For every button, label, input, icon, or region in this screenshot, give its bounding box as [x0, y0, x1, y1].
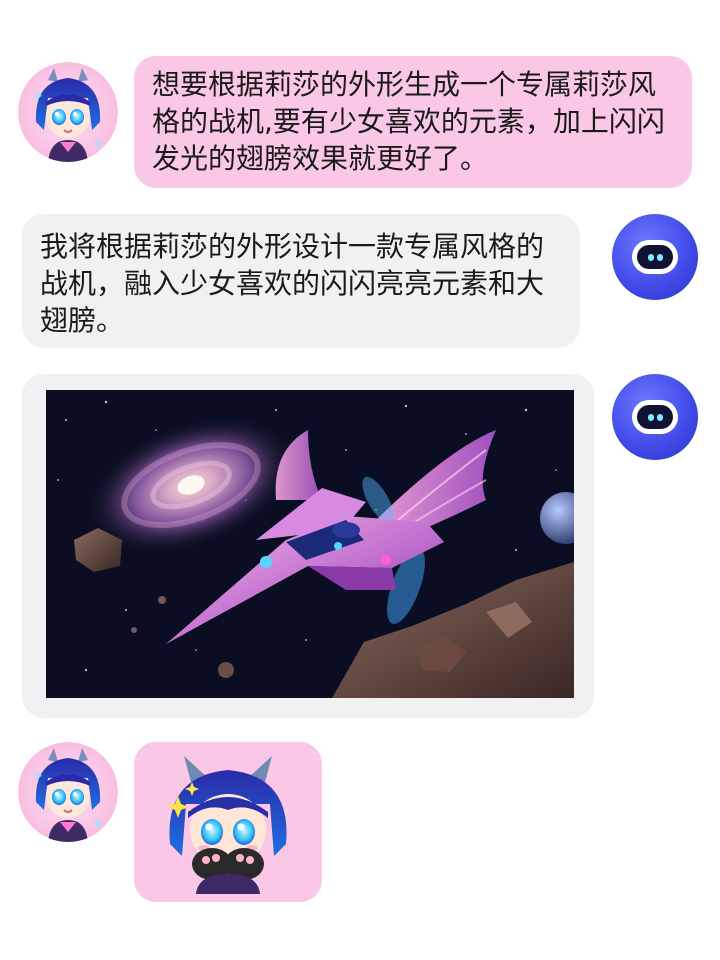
- sparkle-icon: ✦: [32, 89, 44, 105]
- sparkle-icon: ✦: [92, 137, 104, 153]
- user-message-text: 想要根据莉莎的外形生成一个专属莉莎风格的战机,要有少女喜欢的元素，加上闪闪发光的…: [152, 68, 665, 175]
- robot-eye: [648, 414, 654, 421]
- lisa-sticker-image[interactable]: [158, 752, 298, 894]
- robot-eye: [657, 414, 663, 421]
- starfighter-image-art: [46, 390, 574, 698]
- generated-starfighter-image[interactable]: [46, 390, 574, 698]
- robot-eye: [648, 254, 654, 261]
- user-avatar: ✦ ✦: [18, 62, 118, 162]
- lisa-sticker-art: [167, 756, 287, 894]
- robot-screen: [637, 405, 673, 429]
- user-avatar: ✦ ✦: [18, 742, 118, 842]
- assistant-message-bubble: 我将根据莉莎的外形设计一款专属风格的战机，融入少女喜欢的闪闪亮亮元素和大翅膀。: [22, 214, 580, 348]
- user-message-bubble: 想要根据莉莎的外形生成一个专属莉莎风格的战机,要有少女喜欢的元素，加上闪闪发光的…: [134, 56, 692, 188]
- robot-screen: [637, 245, 673, 269]
- robot-face: [632, 400, 678, 434]
- assistant-message-text: 我将根据莉莎的外形设计一款专属风格的战机，融入少女喜欢的闪闪亮亮元素和大翅膀。: [40, 230, 545, 337]
- sparkle-icon: ✦: [92, 817, 104, 833]
- robot-face: [632, 240, 678, 274]
- sparkle-icon: ✦: [32, 769, 44, 785]
- robot-avatar-icon: [612, 374, 698, 460]
- robot-avatar-icon: [612, 214, 698, 300]
- robot-eye: [657, 254, 663, 261]
